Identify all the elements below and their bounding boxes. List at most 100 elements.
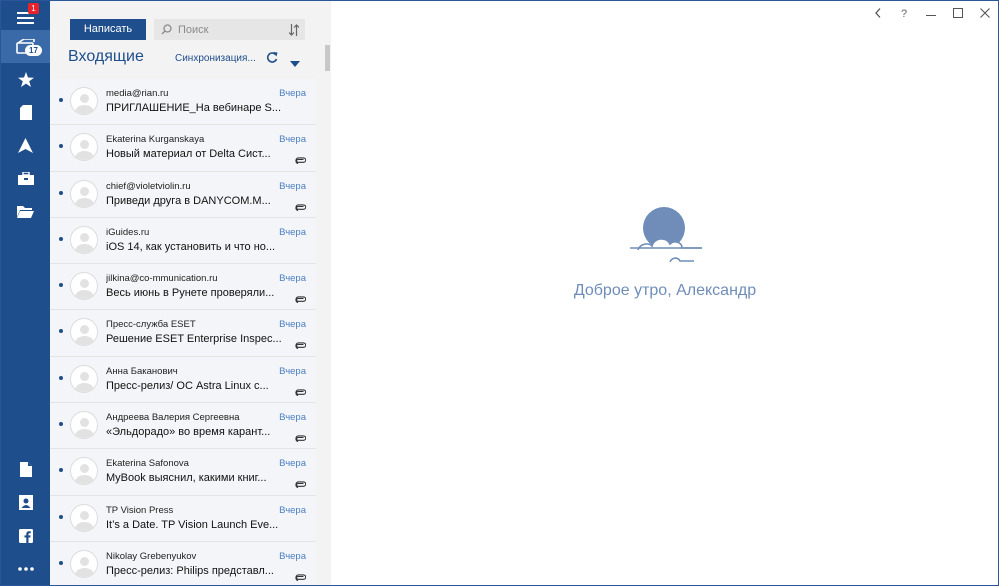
sun-cloud-icon xyxy=(628,206,704,273)
message-row[interactable]: Пресс-служба ESET Вчера Решение ESET Enter… xyxy=(50,310,316,357)
notes-button[interactable] xyxy=(1,453,50,486)
message-subject: ПРИГЛАШЕНИЕ_На вебинаре S... xyxy=(106,102,282,114)
reading-pane: ? Доброе утро, Александр xyxy=(331,1,998,585)
chevron-down-icon[interactable] xyxy=(290,54,300,72)
message-subject: It’s a Date. TP Vision Launch Eve... xyxy=(106,518,279,531)
avatar xyxy=(70,225,98,254)
message-row[interactable]: Анна Баканович Вчера Пресс-релиз/ ОС Astra… xyxy=(50,356,316,404)
briefcase-icon xyxy=(17,172,34,185)
message-date: Вчера xyxy=(279,319,306,331)
ellipsis-icon xyxy=(17,566,34,571)
message-subject: MyBook выяснил, какими книг... xyxy=(106,472,267,485)
search-box[interactable] xyxy=(154,19,305,40)
message-sender: chief@violetviolin.ru xyxy=(106,180,191,192)
maximize-icon xyxy=(953,7,963,21)
avatar xyxy=(70,503,98,532)
message-row[interactable]: chief@violetviolin.ru Вчера Приведи друга … xyxy=(50,171,316,218)
message-sender: Анна Баканович xyxy=(106,365,178,377)
archive-button[interactable] xyxy=(1,162,50,195)
message-date: Вчера xyxy=(279,365,306,377)
message-row[interactable]: Ekaterina Kurganskaya Вчера Новый материал… xyxy=(50,125,316,172)
back-button[interactable] xyxy=(868,6,888,22)
help-button[interactable]: ? xyxy=(894,6,914,22)
message-date: Вчера xyxy=(279,550,306,562)
contacts-button[interactable] xyxy=(1,486,50,519)
navigation-rail: 1 17 xyxy=(1,1,50,585)
sent-button[interactable] xyxy=(1,129,50,162)
search-icon xyxy=(154,24,178,35)
sync-status: Синхронизация... xyxy=(175,53,256,64)
unread-indicator xyxy=(59,329,63,334)
message-row[interactable]: Ekaterina Safonova Вчера MyBook выяснил, к… xyxy=(50,449,316,496)
contact-card-icon xyxy=(18,495,33,510)
folder-title: Входящие xyxy=(68,48,144,65)
send-arrow-icon xyxy=(18,138,33,153)
mail-button[interactable]: 17 xyxy=(1,30,50,63)
message-list: media@rian.ru Вчера ПРИГЛАШЕНИЕ_На вебинар… xyxy=(50,79,316,585)
message-row[interactable]: Nikolay Grebenyukov Вчера Пресс-релиз: Phi… xyxy=(50,541,316,585)
sort-icon[interactable] xyxy=(288,23,300,41)
unread-indicator xyxy=(59,375,63,380)
message-sender: Nikolay Grebenyukov xyxy=(106,550,197,562)
document-icon xyxy=(19,462,32,477)
unread-indicator xyxy=(59,190,63,195)
message-date: Вчера xyxy=(279,412,306,424)
message-row[interactable]: iGuides.ru Вчера iOS 14, как установить и … xyxy=(50,217,316,265)
message-date: Вчера xyxy=(279,273,306,285)
list-scrollbar[interactable] xyxy=(325,45,330,71)
message-row[interactable]: Андреева Валерия Сергеевна Вчера «Эльдорад… xyxy=(50,403,316,450)
avatar xyxy=(70,411,98,440)
minimize-icon xyxy=(926,8,936,20)
attachment-icon xyxy=(295,151,307,169)
message-subject: Весь июнь в Рунете проверяли... xyxy=(106,287,275,300)
message-date: Вчера xyxy=(279,504,306,516)
attachment-icon xyxy=(295,383,307,401)
avatar xyxy=(70,272,98,301)
message-row[interactable]: TP Vision Press Вчера It’s a Date. TP Visi… xyxy=(50,495,316,542)
star-icon xyxy=(17,72,34,87)
message-sender: Пресс-служба ESET xyxy=(106,319,196,331)
message-date: Вчера xyxy=(279,134,306,146)
message-subject: Пресс-релиз/ ОС Astra Linux с... xyxy=(106,379,269,392)
avatar xyxy=(70,318,98,347)
greeting-text: Доброе утро, Александр xyxy=(573,282,757,299)
message-subject: «Эльдорадо» во время карант... xyxy=(106,426,271,439)
unread-indicator xyxy=(59,236,63,241)
chevron-left-icon xyxy=(875,7,881,21)
message-row[interactable]: media@rian.ru Вчера ПРИГЛАШЕНИЕ_На вебинар… xyxy=(50,79,316,126)
attachment-icon xyxy=(295,336,307,354)
avatar xyxy=(70,179,98,208)
message-subject: Пресс-релиз: Philips представл... xyxy=(106,564,274,577)
message-sender: jilkina@co-mmunication.ru xyxy=(106,273,218,285)
unread-indicator xyxy=(59,144,63,149)
message-sender: Ekaterina Safonova xyxy=(106,458,189,470)
notification-badge: 1 xyxy=(28,3,39,14)
avatar xyxy=(70,364,98,393)
more-button[interactable] xyxy=(1,552,50,585)
folders-button[interactable] xyxy=(1,195,50,228)
avatar xyxy=(70,549,98,578)
compose-button[interactable]: Написать xyxy=(70,19,146,40)
search-input[interactable] xyxy=(178,23,278,36)
message-row[interactable]: jilkina@co-mmunication.ru Вчера Весь июнь … xyxy=(50,264,316,311)
maximize-button[interactable] xyxy=(948,6,968,22)
favorites-button[interactable] xyxy=(1,63,50,96)
attachment-icon xyxy=(295,290,307,308)
drafts-button[interactable] xyxy=(1,96,50,129)
close-button[interactable] xyxy=(975,6,995,22)
sync-refresh-icon[interactable] xyxy=(266,51,278,69)
facebook-icon xyxy=(18,528,33,543)
message-subject: Приведи друга в DANYCOM.M... xyxy=(106,194,271,207)
avatar xyxy=(70,87,98,115)
message-subject: Новый материал от Delta Сист... xyxy=(106,148,271,161)
attachment-icon xyxy=(295,568,307,585)
message-list-panel: Написать Входящие Синхронизация... media… xyxy=(50,1,331,585)
message-date: Вчера xyxy=(279,88,306,99)
inbox-count-badge: 17 xyxy=(25,45,42,56)
message-sender: TP Vision Press xyxy=(106,504,174,516)
minimize-button[interactable] xyxy=(921,6,941,22)
facebook-button[interactable] xyxy=(1,519,50,552)
unread-indicator xyxy=(59,514,63,519)
avatar xyxy=(70,133,98,162)
message-date: Вчера xyxy=(279,458,306,470)
